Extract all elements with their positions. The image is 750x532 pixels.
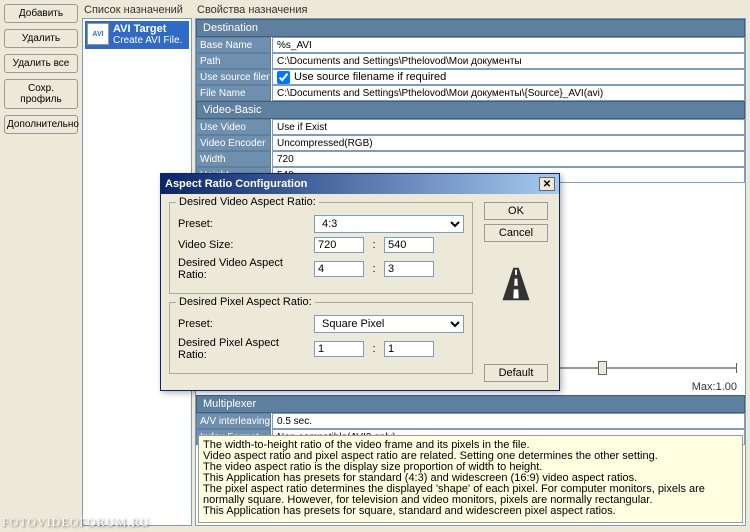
slider-max-label: Max:1.00: [692, 381, 737, 393]
group-video-aspect: Desired Video Aspect Ratio: Preset: 4:3 …: [169, 202, 473, 294]
more-button[interactable]: Дополнительно: [4, 115, 78, 134]
aspect-ratio-dialog: Aspect Ratio Configuration ✕ Desired Vid…: [160, 173, 560, 391]
preset-label: Preset:: [178, 218, 308, 230]
list-item-subtitle: Create AVI File.: [113, 35, 182, 47]
prop-value-interleaving[interactable]: 0.5 sec.: [272, 413, 745, 429]
video-size-label: Video Size:: [178, 239, 308, 251]
prop-label-basename: Base Name: [196, 37, 271, 53]
delete-button[interactable]: Удалить: [4, 29, 78, 48]
pixel-ratio-label: Desired Pixel Aspect Ratio:: [178, 337, 308, 361]
prop-label-interleaving: A/V interleaving …: [196, 413, 271, 429]
dialog-titlebar[interactable]: Aspect Ratio Configuration ✕: [161, 174, 559, 194]
prop-label-filename: File Name: [196, 85, 271, 101]
prop-label-path: Path: [196, 53, 271, 69]
video-ratio-a-input[interactable]: [314, 261, 364, 277]
pixel-ratio-a-input[interactable]: [314, 341, 364, 357]
group-pixel-aspect: Desired Pixel Aspect Ratio: Preset: Squa…: [169, 302, 473, 374]
pixel-ratio-b-input[interactable]: [384, 341, 434, 357]
save-profile-button[interactable]: Сохр. профиль: [4, 79, 78, 109]
video-ratio-b-input[interactable]: [384, 261, 434, 277]
list-item-title: AVI Target: [113, 23, 182, 35]
properties-header: Свойства назначения: [195, 4, 746, 18]
list-item[interactable]: AVI AVI Target Create AVI File.: [85, 21, 189, 49]
add-button[interactable]: Добавить: [4, 4, 78, 23]
prop-label-use-video: Use Video: [196, 119, 271, 135]
group-video-aspect-legend: Desired Video Aspect Ratio:: [176, 196, 319, 208]
delete-all-button[interactable]: Удалить все: [4, 54, 78, 73]
watermark: FOTOVIDEOFORUM.RU: [2, 515, 150, 530]
video-ratio-label: Desired Video Aspect Ratio:: [178, 257, 308, 281]
help-description-box: The width-to-height ratio of the video f…: [198, 435, 743, 523]
video-width-input[interactable]: [314, 237, 364, 253]
dialog-title: Aspect Ratio Configuration: [165, 178, 307, 190]
use-source-checkbox[interactable]: [277, 71, 290, 84]
prop-value-encoder[interactable]: Uncompressed(RGB): [272, 135, 745, 151]
avi-file-icon: AVI: [87, 23, 109, 45]
cancel-button[interactable]: Cancel: [484, 224, 548, 242]
section-video-basic[interactable]: Video-Basic: [196, 101, 745, 119]
prop-value-path[interactable]: C:\Documents and Settings\Pthelovod\Мои …: [272, 53, 745, 69]
sidebar: Добавить Удалить Удалить все Сохр. профи…: [4, 4, 78, 140]
prop-value-width[interactable]: 720: [272, 151, 745, 167]
pixel-preset-label: Preset:: [178, 318, 308, 330]
group-pixel-aspect-legend: Desired Pixel Aspect Ratio:: [176, 296, 315, 308]
prop-value-use-source[interactable]: Use source filename if required: [272, 69, 745, 85]
prop-value-basename[interactable]: %s_AVI: [272, 37, 745, 53]
ok-button[interactable]: OK: [484, 202, 548, 220]
prop-label-width: Width: [196, 151, 271, 167]
section-destination[interactable]: Destination: [196, 19, 745, 37]
video-preset-select[interactable]: 4:3: [314, 215, 464, 233]
target-list-header: Список назначений: [82, 4, 192, 18]
section-multiplexer[interactable]: Multiplexer: [196, 395, 745, 413]
prop-label-use-source: Use source filena…: [196, 69, 271, 85]
pixel-preset-select[interactable]: Square Pixel: [314, 315, 464, 333]
prop-value-filename[interactable]: C:\Documents and Settings\Pthelovod\Мои …: [272, 85, 745, 101]
default-button[interactable]: Default: [484, 364, 548, 382]
road-icon: [498, 266, 534, 302]
prop-value-use-video[interactable]: Use if Exist: [272, 119, 745, 135]
slider-thumb[interactable]: [598, 361, 607, 375]
prop-label-encoder: Video Encoder: [196, 135, 271, 151]
video-height-input[interactable]: [384, 237, 434, 253]
close-icon[interactable]: ✕: [539, 177, 555, 191]
